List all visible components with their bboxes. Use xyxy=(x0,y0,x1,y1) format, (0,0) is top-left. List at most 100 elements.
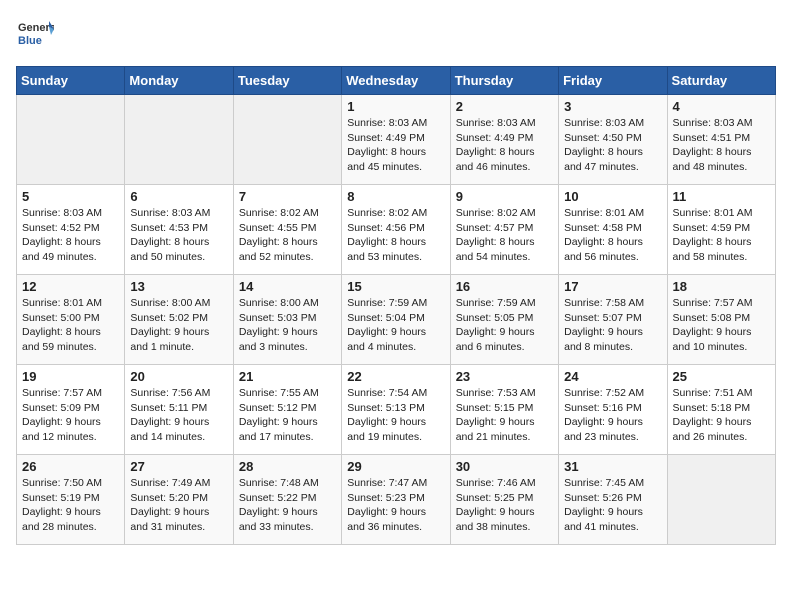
day-number: 10 xyxy=(564,189,661,204)
day-info: Sunrise: 8:00 AM Sunset: 5:02 PM Dayligh… xyxy=(130,296,227,355)
day-info: Sunrise: 7:50 AM Sunset: 5:19 PM Dayligh… xyxy=(22,476,119,535)
day-info: Sunrise: 8:01 AM Sunset: 5:00 PM Dayligh… xyxy=(22,296,119,355)
day-info: Sunrise: 8:01 AM Sunset: 4:59 PM Dayligh… xyxy=(673,206,770,265)
day-cell xyxy=(17,95,125,185)
day-cell: 14Sunrise: 8:00 AM Sunset: 5:03 PM Dayli… xyxy=(233,275,341,365)
day-number: 23 xyxy=(456,369,553,384)
day-cell: 19Sunrise: 7:57 AM Sunset: 5:09 PM Dayli… xyxy=(17,365,125,455)
day-number: 3 xyxy=(564,99,661,114)
day-info: Sunrise: 7:57 AM Sunset: 5:09 PM Dayligh… xyxy=(22,386,119,445)
day-cell: 6Sunrise: 8:03 AM Sunset: 4:53 PM Daylig… xyxy=(125,185,233,275)
day-number: 4 xyxy=(673,99,770,114)
day-info: Sunrise: 7:45 AM Sunset: 5:26 PM Dayligh… xyxy=(564,476,661,535)
day-number: 1 xyxy=(347,99,444,114)
header-cell-thursday: Thursday xyxy=(450,67,558,95)
day-cell: 18 Sunrise: 7:57 AM Sunset: 5:08 PM Dayli… xyxy=(667,275,775,365)
day-cell: 16 Sunrise: 7:59 AM Sunset: 5:05 PM Dayli… xyxy=(450,275,558,365)
day-info: Sunrise: 7:54 AM Sunset: 5:13 PM Dayligh… xyxy=(347,386,444,445)
day-number: 30 xyxy=(456,459,553,474)
logo-svg: General Blue xyxy=(16,16,54,54)
day-cell: 11Sunrise: 8:01 AM Sunset: 4:59 PM Dayli… xyxy=(667,185,775,275)
page-header: General Blue xyxy=(16,16,776,54)
day-cell: 3 Sunrise: 8:03 AM Sunset: 4:50 PM Daylig… xyxy=(559,95,667,185)
day-info: Sunrise: 7:59 AM Sunset: 5:05 PM Dayligh… xyxy=(456,296,553,355)
day-info: Sunrise: 8:01 AM Sunset: 4:58 PM Dayligh… xyxy=(564,206,661,265)
day-info: Sunrise: 8:03 AM Sunset: 4:49 PM Dayligh… xyxy=(456,116,553,175)
day-cell: 17 Sunrise: 7:58 AM Sunset: 5:07 PM Dayli… xyxy=(559,275,667,365)
week-row-3: 12 Sunrise: 8:01 AM Sunset: 5:00 PM Dayli… xyxy=(17,275,776,365)
day-cell: 8Sunrise: 8:02 AM Sunset: 4:56 PM Daylig… xyxy=(342,185,450,275)
day-number: 9 xyxy=(456,189,553,204)
day-cell: 30 Sunrise: 7:46 AM Sunset: 5:25 PM Dayli… xyxy=(450,455,558,545)
day-number: 7 xyxy=(239,189,336,204)
svg-text:General: General xyxy=(18,22,54,34)
day-cell: 12 Sunrise: 8:01 AM Sunset: 5:00 PM Dayli… xyxy=(17,275,125,365)
day-number: 17 xyxy=(564,279,661,294)
day-info: Sunrise: 7:49 AM Sunset: 5:20 PM Dayligh… xyxy=(130,476,227,535)
day-cell: 2 Sunrise: 8:03 AM Sunset: 4:49 PM Daylig… xyxy=(450,95,558,185)
day-info: Sunrise: 7:51 AM Sunset: 5:18 PM Dayligh… xyxy=(673,386,770,445)
day-cell: 24Sunrise: 7:52 AM Sunset: 5:16 PM Dayli… xyxy=(559,365,667,455)
day-info: Sunrise: 8:02 AM Sunset: 4:55 PM Dayligh… xyxy=(239,206,336,265)
day-info: Sunrise: 7:57 AM Sunset: 5:08 PM Dayligh… xyxy=(673,296,770,355)
day-cell: 5Sunrise: 8:03 AM Sunset: 4:52 PM Daylig… xyxy=(17,185,125,275)
day-info: Sunrise: 7:58 AM Sunset: 5:07 PM Dayligh… xyxy=(564,296,661,355)
day-cell: 26Sunrise: 7:50 AM Sunset: 5:19 PM Dayli… xyxy=(17,455,125,545)
day-info: Sunrise: 8:03 AM Sunset: 4:49 PM Dayligh… xyxy=(347,116,444,175)
week-row-1: 1 Sunrise: 8:03 AM Sunset: 4:49 PM Daylig… xyxy=(17,95,776,185)
day-info: Sunrise: 8:00 AM Sunset: 5:03 PM Dayligh… xyxy=(239,296,336,355)
day-cell xyxy=(667,455,775,545)
day-cell: 25Sunrise: 7:51 AM Sunset: 5:18 PM Dayli… xyxy=(667,365,775,455)
day-info: Sunrise: 8:03 AM Sunset: 4:50 PM Dayligh… xyxy=(564,116,661,175)
day-cell: 27 Sunrise: 7:49 AM Sunset: 5:20 PM Dayli… xyxy=(125,455,233,545)
day-info: Sunrise: 7:48 AM Sunset: 5:22 PM Dayligh… xyxy=(239,476,336,535)
day-number: 6 xyxy=(130,189,227,204)
day-info: Sunrise: 7:46 AM Sunset: 5:25 PM Dayligh… xyxy=(456,476,553,535)
day-number: 20 xyxy=(130,369,227,384)
header-cell-monday: Monday xyxy=(125,67,233,95)
day-cell: 28Sunrise: 7:48 AM Sunset: 5:22 PM Dayli… xyxy=(233,455,341,545)
logo: General Blue xyxy=(16,16,54,54)
day-cell xyxy=(125,95,233,185)
day-number: 12 xyxy=(22,279,119,294)
week-row-4: 19Sunrise: 7:57 AM Sunset: 5:09 PM Dayli… xyxy=(17,365,776,455)
day-cell: 21 Sunrise: 7:55 AM Sunset: 5:12 PM Dayli… xyxy=(233,365,341,455)
day-number: 15 xyxy=(347,279,444,294)
day-number: 31 xyxy=(564,459,661,474)
day-cell: 4 Sunrise: 8:03 AM Sunset: 4:51 PM Daylig… xyxy=(667,95,775,185)
day-info: Sunrise: 7:55 AM Sunset: 5:12 PM Dayligh… xyxy=(239,386,336,445)
header-cell-friday: Friday xyxy=(559,67,667,95)
header-row: SundayMondayTuesdayWednesdayThursdayFrid… xyxy=(17,67,776,95)
day-number: 8 xyxy=(347,189,444,204)
day-info: Sunrise: 8:03 AM Sunset: 4:51 PM Dayligh… xyxy=(673,116,770,175)
day-cell: 10 Sunrise: 8:01 AM Sunset: 4:58 PM Dayli… xyxy=(559,185,667,275)
day-info: Sunrise: 7:59 AM Sunset: 5:04 PM Dayligh… xyxy=(347,296,444,355)
day-info: Sunrise: 7:53 AM Sunset: 5:15 PM Dayligh… xyxy=(456,386,553,445)
day-number: 2 xyxy=(456,99,553,114)
day-info: Sunrise: 7:56 AM Sunset: 5:11 PM Dayligh… xyxy=(130,386,227,445)
day-cell: 31 Sunrise: 7:45 AM Sunset: 5:26 PM Dayli… xyxy=(559,455,667,545)
day-cell: 29Sunrise: 7:47 AM Sunset: 5:23 PM Dayli… xyxy=(342,455,450,545)
day-number: 22 xyxy=(347,369,444,384)
day-cell: 23 Sunrise: 7:53 AM Sunset: 5:15 PM Dayli… xyxy=(450,365,558,455)
week-row-5: 26Sunrise: 7:50 AM Sunset: 5:19 PM Dayli… xyxy=(17,455,776,545)
day-cell: 1 Sunrise: 8:03 AM Sunset: 4:49 PM Daylig… xyxy=(342,95,450,185)
day-number: 13 xyxy=(130,279,227,294)
day-number: 24 xyxy=(564,369,661,384)
day-number: 18 xyxy=(673,279,770,294)
day-number: 27 xyxy=(130,459,227,474)
day-number: 21 xyxy=(239,369,336,384)
header-cell-saturday: Saturday xyxy=(667,67,775,95)
day-info: Sunrise: 8:03 AM Sunset: 4:52 PM Dayligh… xyxy=(22,206,119,265)
week-row-2: 5Sunrise: 8:03 AM Sunset: 4:52 PM Daylig… xyxy=(17,185,776,275)
day-number: 29 xyxy=(347,459,444,474)
day-cell: 22 Sunrise: 7:54 AM Sunset: 5:13 PM Dayli… xyxy=(342,365,450,455)
day-cell: 15 Sunrise: 7:59 AM Sunset: 5:04 PM Dayli… xyxy=(342,275,450,365)
calendar-table: SundayMondayTuesdayWednesdayThursdayFrid… xyxy=(16,66,776,545)
svg-text:Blue: Blue xyxy=(18,35,42,47)
day-cell: 9 Sunrise: 8:02 AM Sunset: 4:57 PM Daylig… xyxy=(450,185,558,275)
day-info: Sunrise: 8:02 AM Sunset: 4:57 PM Dayligh… xyxy=(456,206,553,265)
day-cell: 7 Sunrise: 8:02 AM Sunset: 4:55 PM Daylig… xyxy=(233,185,341,275)
day-number: 16 xyxy=(456,279,553,294)
header-cell-tuesday: Tuesday xyxy=(233,67,341,95)
